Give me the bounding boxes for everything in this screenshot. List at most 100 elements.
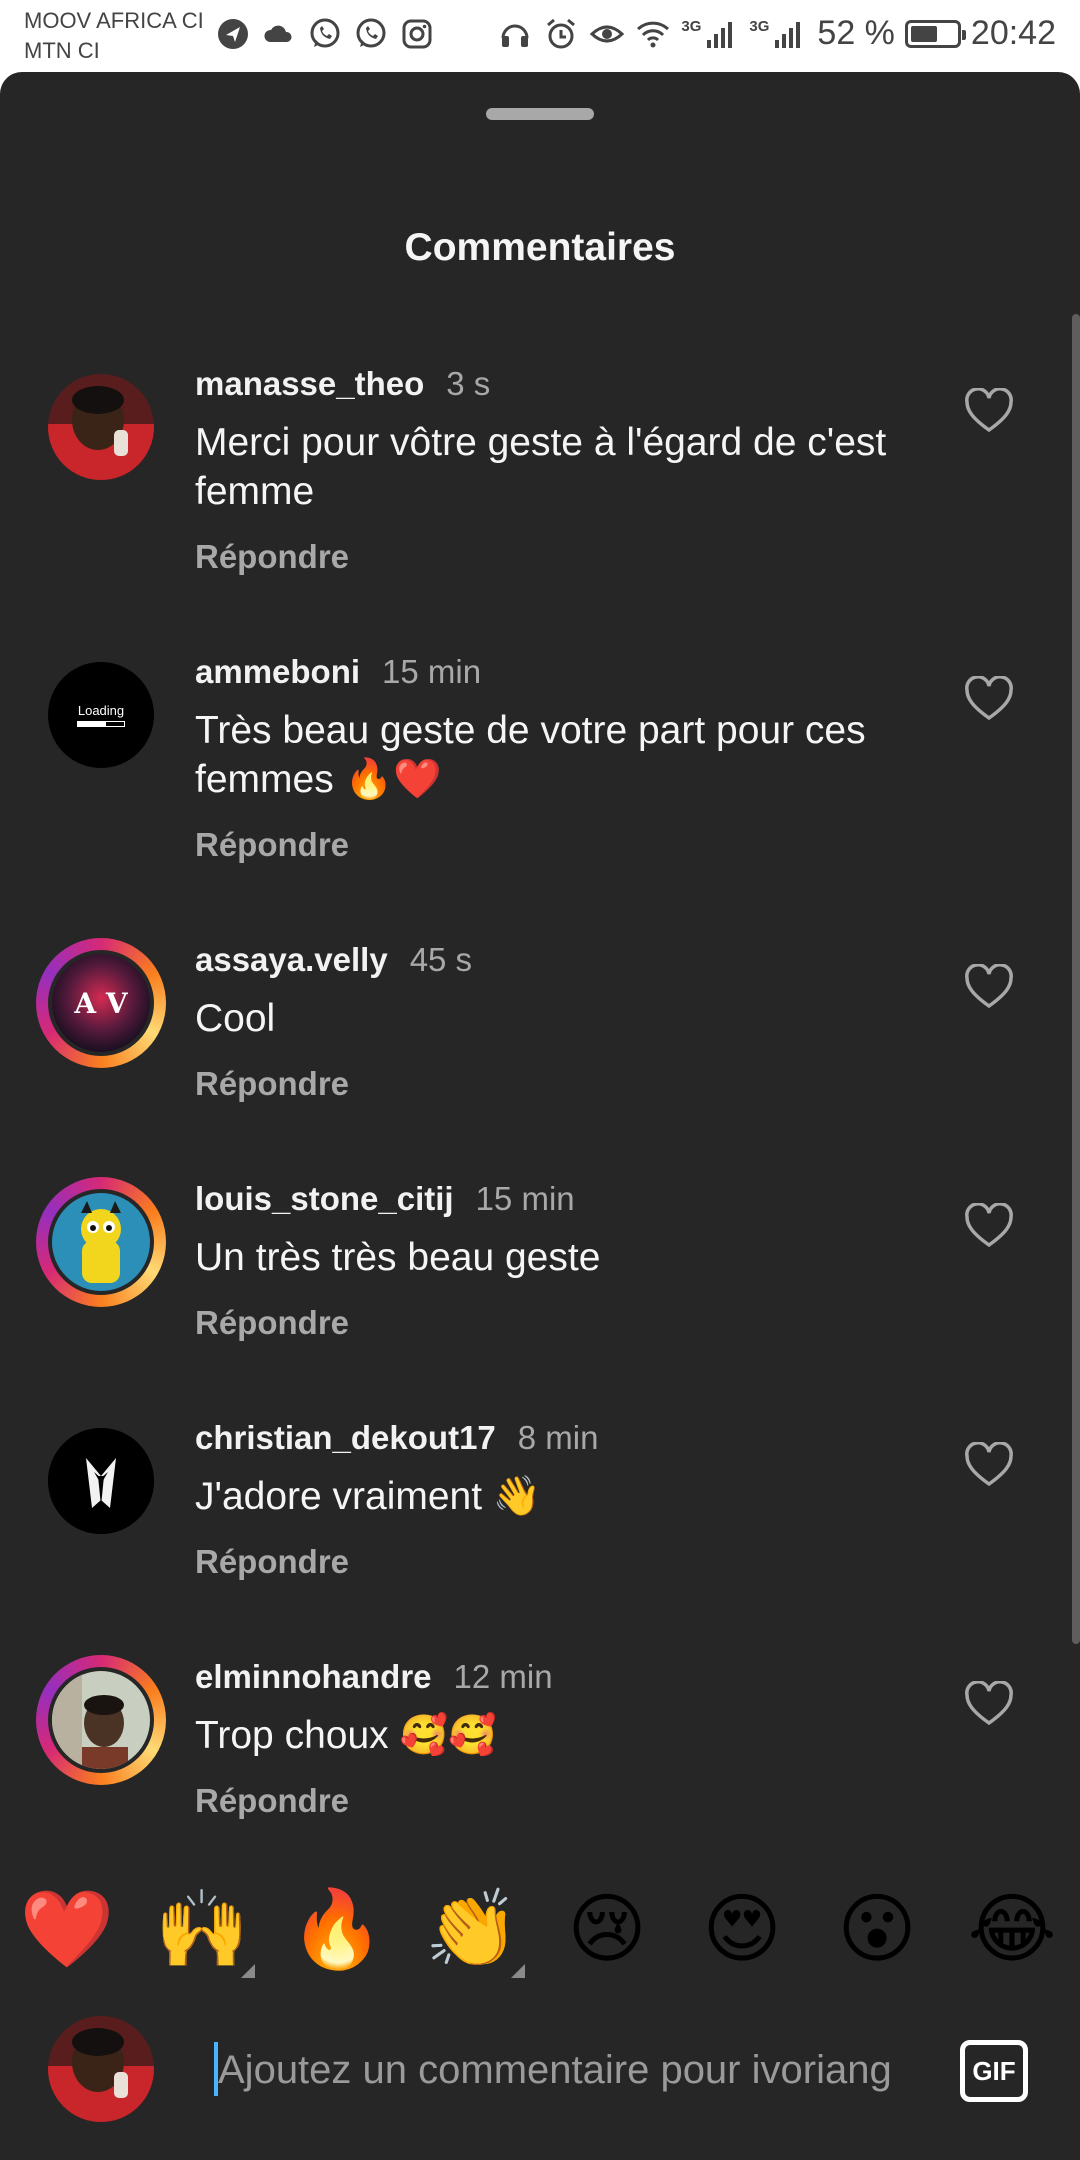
comment-text: Un très très beau geste [195, 1236, 601, 1279]
comment-text: Merci pour vôtre geste à l'égard de c'es… [195, 421, 887, 513]
comment-header: manasse_theo 3 s [195, 362, 935, 406]
heart-icon[interactable] [964, 676, 1014, 722]
emoji-heart[interactable]: ❤️ [17, 1880, 117, 1980]
comment-time: 45 s [409, 941, 473, 978]
carrier-info: MOOV AFRICA CI MTN CI [24, 6, 204, 66]
loading-bar [77, 721, 125, 727]
comment-body: christian_dekout17 8 min J'adore vraimen… [195, 1416, 935, 1581]
emoji-crying-face[interactable]: 😢 [557, 1880, 657, 1980]
comment-text: Très beau geste de votre part pour ces f… [195, 709, 866, 801]
comment-body: ammeboni 15 min Très beau geste de votre… [195, 650, 935, 864]
avatar: Loading [48, 662, 154, 768]
reply-button[interactable]: Répondre [195, 1304, 935, 1342]
avatar [48, 1428, 154, 1534]
reply-button[interactable]: Répondre [195, 1543, 935, 1581]
comments-sheet: Commentaires manasse_theo 3 s Merci pour… [0, 72, 1080, 2160]
notification-icons [215, 16, 435, 52]
comment-time: 8 min [517, 1419, 599, 1456]
comment-body: louis_stone_citij 15 min Un très très be… [195, 1177, 935, 1342]
reply-button[interactable]: Répondre [195, 1782, 935, 1820]
heart-icon[interactable] [964, 1442, 1014, 1488]
clock: 20:42 [970, 14, 1056, 52]
headphones-icon [501, 24, 529, 47]
cloud-icon [264, 25, 292, 42]
reply-button[interactable]: Répondre [195, 1065, 935, 1103]
comment-text: Cool [195, 997, 276, 1040]
comment-username[interactable]: elminnohandre [195, 1655, 432, 1699]
drag-handle[interactable] [486, 108, 594, 120]
my-avatar [48, 2016, 154, 2122]
avatar-button[interactable] [36, 362, 166, 492]
carrier-2: MTN CI [24, 38, 100, 63]
emoji-quick-bar: ❤️ 🙌 🔥 👏 😢 😍 😮 😂 [0, 1880, 1080, 2000]
comment-text: J'adore vraiment 👋 [195, 1475, 542, 1518]
system-status: 3G 3G 52 % 20:42 [497, 14, 1056, 53]
avatar-button[interactable]: A V [36, 938, 166, 1068]
wifi-icon [637, 21, 670, 47]
comment-username[interactable]: christian_dekout17 [195, 1416, 496, 1460]
comment-body: elminnohandre 12 min Trop choux 🥰🥰 Répon… [195, 1655, 935, 1820]
skin-tone-indicator [511, 1964, 525, 1978]
emoji-surprised-face[interactable]: 😮 [827, 1880, 927, 1980]
eye-icon [590, 25, 625, 42]
comment-header: louis_stone_citij 15 min [195, 1177, 935, 1221]
status-bar: MOOV AFRICA CI MTN CI 3G 3G 52 % 20:42 [0, 0, 1080, 72]
emoji-fire[interactable]: 🔥 [287, 1880, 387, 1980]
alarm-icon [547, 18, 576, 48]
sheet-title: Commentaires [404, 226, 676, 269]
avatar-text: A V [74, 986, 128, 1020]
comment-username[interactable]: manasse_theo [195, 362, 424, 406]
heart-icon[interactable] [964, 388, 1014, 434]
emoji-laughing-face[interactable]: 😂 [962, 1880, 1062, 1980]
skin-tone-indicator [241, 1964, 255, 1978]
reply-button[interactable]: Répondre [195, 538, 935, 576]
scrollbar[interactable] [1072, 314, 1080, 1644]
avatar-button[interactable] [36, 1416, 166, 1546]
comment-time: 3 s [446, 365, 491, 402]
comment-time: 12 min [453, 1658, 553, 1695]
comment-body: manasse_theo 3 s Merci pour vôtre geste … [195, 362, 935, 576]
comment-composer: GIF [0, 1996, 1080, 2160]
avatar-text: Loading [77, 703, 125, 718]
emoji-clapping-hands[interactable]: 👏 [422, 1880, 522, 1980]
avatar-button[interactable] [36, 1177, 166, 1307]
network-type-1: 3G [681, 18, 702, 35]
avatar-button[interactable]: Loading [36, 650, 166, 780]
comment-username[interactable]: ammeboni [195, 650, 360, 694]
text-cursor [214, 2042, 218, 2096]
comment-header: christian_dekout17 8 min [195, 1416, 935, 1460]
heart-icon[interactable] [964, 1203, 1014, 1249]
whatsapp-icon [356, 18, 386, 48]
carrier-1: MOOV AFRICA CI [24, 8, 204, 33]
comment-body: assaya.velly 45 s Cool Répondre [195, 938, 935, 1103]
avatar-button[interactable] [36, 1655, 166, 1785]
comment-text: Trop choux 🥰🥰 [195, 1714, 497, 1757]
reply-button[interactable]: Répondre [195, 826, 935, 864]
gif-button[interactable]: GIF [960, 2040, 1028, 2102]
emoji-raised-hands[interactable]: 🙌 [152, 1880, 252, 1980]
comment-time: 15 min [382, 653, 482, 690]
comment-time: 15 min [475, 1180, 575, 1217]
avatar [52, 1193, 150, 1291]
comment-header: ammeboni 15 min [195, 650, 935, 694]
comment-username[interactable]: assaya.velly [195, 938, 388, 982]
heart-icon[interactable] [964, 1681, 1014, 1727]
navigation-icon [218, 19, 248, 49]
comment-header: assaya.velly 45 s [195, 938, 935, 982]
avatar [52, 1671, 150, 1769]
avatar [48, 374, 154, 480]
whatsapp-icon [310, 18, 340, 48]
signal-icon [707, 21, 733, 48]
heart-icon[interactable] [964, 964, 1014, 1010]
network-type-2: 3G [749, 18, 770, 35]
battery-level [910, 25, 937, 42]
avatar: A V [52, 954, 150, 1052]
battery-percent: 52 % [817, 14, 895, 52]
battery-icon [904, 19, 966, 48]
comment-header: elminnohandre 12 min [195, 1655, 935, 1699]
comment-username[interactable]: louis_stone_citij [195, 1177, 454, 1221]
comment-input[interactable] [214, 2040, 914, 2100]
instagram-icon [402, 19, 432, 49]
emoji-heart-eyes[interactable]: 😍 [692, 1880, 792, 1980]
signal-icon [775, 21, 801, 48]
